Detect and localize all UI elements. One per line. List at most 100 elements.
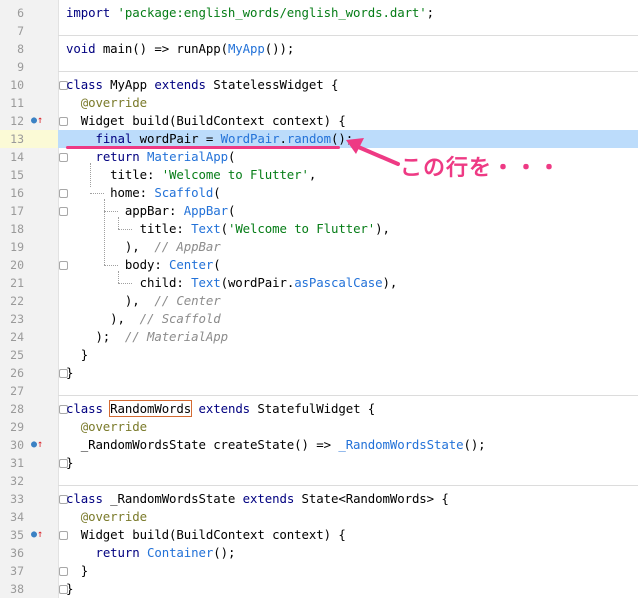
code-token: . [279, 131, 287, 146]
code-token: class [66, 77, 111, 92]
indent-guide [104, 265, 118, 266]
code-text[interactable]: class MyApp extends StatelessWidget { [66, 76, 338, 94]
code-token: @override [66, 509, 147, 524]
line-number: 29 [10, 420, 24, 434]
code-line[interactable]: 33 class _RandomWordsState extends State<… [0, 490, 638, 508]
line-number: 21 [10, 276, 24, 290]
code-token: ), [66, 293, 155, 308]
line-number: 31 [10, 456, 24, 470]
code-line[interactable]: 32 [0, 472, 638, 490]
code-line[interactable]: 28 class RandomWords extends StatefulWidg… [0, 400, 638, 418]
code-token: main() => runApp( [102, 41, 228, 56]
line-number: 33 [10, 492, 24, 506]
line-number: 14 [10, 150, 24, 164]
code-token: extends [154, 77, 214, 92]
override-marker-icon[interactable]: ●↑ [31, 112, 43, 130]
code-line[interactable]: 37 } [0, 562, 638, 580]
code-line[interactable]: 10 class MyApp extends StatelessWidget { [0, 76, 638, 94]
line-number: 22 [10, 294, 24, 308]
code-line[interactable]: 6 import 'package:english_words/english_w… [0, 4, 638, 22]
code-line[interactable]: 36 return Container(); [0, 544, 638, 562]
code-text[interactable]: title: 'Welcome to Flutter', [66, 166, 316, 184]
code-text[interactable]: import 'package:english_words/english_wo… [66, 4, 434, 22]
code-editor[interactable]: 6 import 'package:english_words/english_w… [0, 0, 638, 598]
code-token: StatefulWidget { [257, 401, 376, 416]
line-number: 34 [10, 510, 24, 524]
code-line[interactable]: 34 @override [0, 508, 638, 526]
code-text[interactable]: @override [66, 418, 147, 436]
code-token: AppBar [183, 203, 228, 218]
code-line[interactable]: 30 ●↑ _RandomWordsState createState() => … [0, 436, 638, 454]
code-text[interactable]: ), // Scaffold [66, 310, 221, 328]
code-text[interactable]: Widget build(BuildContext context) { [66, 526, 346, 544]
code-token: ), [66, 239, 155, 254]
line-number: 11 [10, 96, 24, 110]
code-line[interactable]: 22 ), // Center [0, 292, 638, 310]
code-text[interactable]: Widget build(BuildContext context) { [66, 112, 346, 130]
code-line[interactable]: 26} [0, 364, 638, 382]
line-number: 26 [10, 366, 24, 380]
override-marker-icon[interactable]: ●↑ [31, 526, 43, 544]
code-line[interactable]: 11 @override [0, 94, 638, 112]
code-line[interactable]: 19 ), // AppBar [0, 238, 638, 256]
line-number: 7 [17, 24, 24, 38]
code-token: final [95, 131, 140, 146]
code-line[interactable]: 9 [0, 58, 638, 76]
code-text[interactable]: } [66, 364, 73, 382]
code-token: ()); [264, 41, 295, 56]
code-text[interactable]: void main() => runApp(MyApp()); [66, 40, 294, 58]
code-text[interactable]: } [66, 454, 73, 472]
code-text[interactable]: ), // Center [66, 292, 221, 310]
code-text[interactable]: return MaterialApp( [66, 148, 235, 166]
code-token: _RandomWordsState createState() => [66, 437, 339, 452]
code-text[interactable]: ), // AppBar [66, 238, 221, 256]
code-token: Center [169, 257, 214, 272]
indent-guide [118, 271, 119, 283]
code-token: MaterialApp [146, 149, 228, 164]
code-text[interactable]: @override [66, 508, 147, 526]
code-line[interactable]: 18 title: Text('Welcome to Flutter'), [0, 220, 638, 238]
code-text[interactable]: class _RandomWordsState extends State<Ra… [66, 490, 449, 508]
line-number: 38 [10, 582, 24, 596]
code-text[interactable]: ); // MaterialApp [66, 328, 228, 346]
code-text[interactable]: _RandomWordsState createState() => _Rand… [66, 436, 486, 454]
code-text[interactable]: title: Text('Welcome to Flutter'), [66, 220, 390, 238]
code-line[interactable]: 8 void main() => runApp(MyApp()); [0, 40, 638, 58]
code-text[interactable]: return Container(); [66, 544, 235, 562]
code-token: extends [198, 401, 258, 416]
code-line[interactable]: 21 child: Text(wordPair.asPascalCase), [0, 274, 638, 292]
code-token: @override [66, 419, 147, 434]
line-number: 15 [10, 168, 24, 182]
code-line[interactable]: 12 ●↑ Widget build(BuildContext context) … [0, 112, 638, 130]
code-line[interactable]: 29 @override [0, 418, 638, 436]
code-line[interactable]: 27 [0, 382, 638, 400]
code-token: extends [242, 491, 302, 506]
method-separator [58, 485, 638, 486]
code-text[interactable]: } [66, 562, 88, 580]
code-text[interactable]: child: Text(wordPair.asPascalCase), [66, 274, 398, 292]
code-token: ( [213, 185, 221, 200]
code-token: random [286, 131, 332, 146]
override-marker-icon[interactable]: ●↑ [31, 436, 43, 454]
code-line[interactable]: 7 [0, 22, 638, 40]
code-line[interactable]: 20 body: Center( [0, 256, 638, 274]
code-line[interactable]: 31} [0, 454, 638, 472]
indent-guide [90, 193, 104, 194]
code-line[interactable]: 24 ); // MaterialApp [0, 328, 638, 346]
code-text[interactable]: } [66, 346, 88, 364]
code-text[interactable]: body: Center( [66, 256, 221, 274]
code-line[interactable]: 38} [0, 580, 638, 598]
code-text[interactable]: } [66, 580, 73, 598]
code-text[interactable]: class RandomWords extends StatefulWidget… [66, 400, 375, 418]
code-token: (); [213, 545, 236, 560]
code-line[interactable]: 23 ), // Scaffold [0, 310, 638, 328]
line-number: 9 [17, 60, 24, 74]
code-token: 'Welcome to Flutter' [227, 221, 376, 236]
code-line[interactable]: 25 } [0, 346, 638, 364]
code-text[interactable]: @override [66, 94, 147, 112]
code-line[interactable]: 17 appBar: AppBar( [0, 202, 638, 220]
code-line[interactable]: 35 ●↑ Widget build(BuildContext context) … [0, 526, 638, 544]
code-text[interactable]: appBar: AppBar( [66, 202, 236, 220]
